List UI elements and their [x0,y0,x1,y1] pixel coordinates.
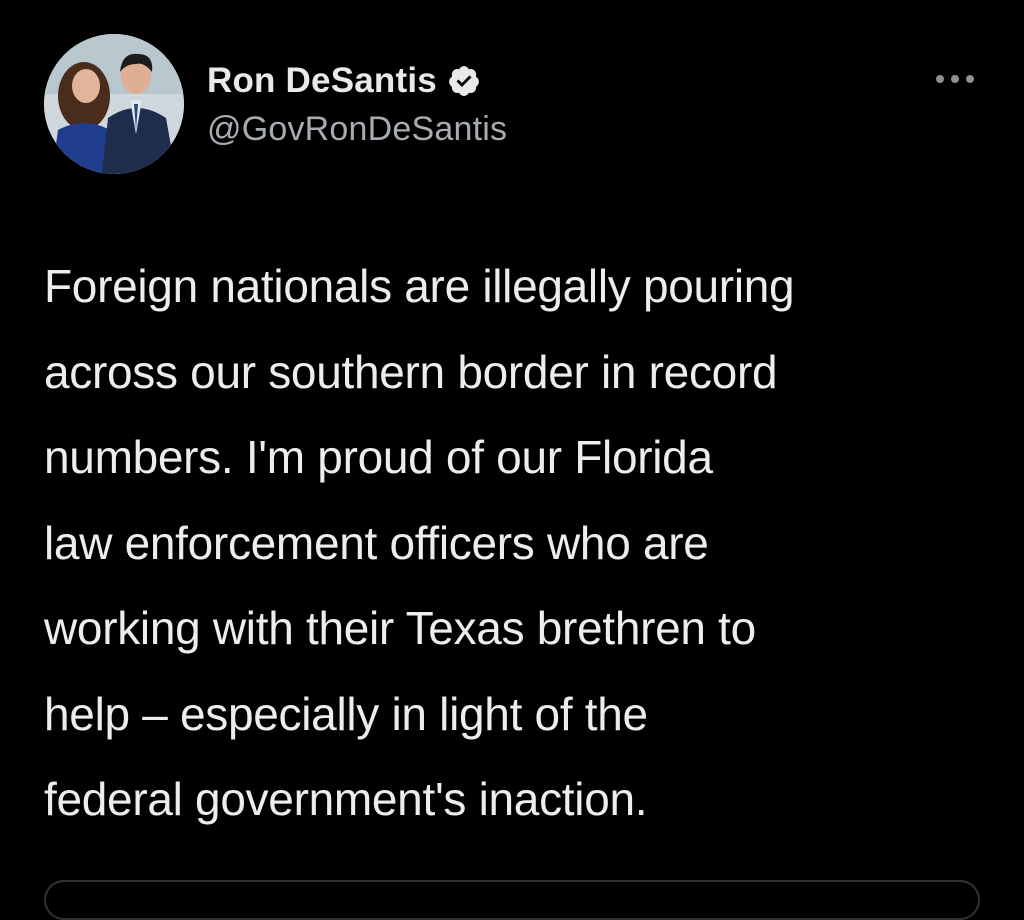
tweet-text-line: help – especially in light of the [44,687,648,740]
tweet-text-line: Foreign nationals are illegally pouring [44,260,795,312]
verified-badge-icon [447,64,481,98]
ellipsis-icon [936,75,974,83]
author-name-row: Ron DeSantis [207,58,481,104]
author-handle[interactable]: @GovRonDeSantis [207,110,507,149]
tweet-text-line: federal government's inaction. [44,773,648,825]
quoted-card-edge[interactable] [44,880,980,920]
author-avatar[interactable] [44,34,184,174]
tweet-text-line: numbers. I'm proud of our Florida [44,431,713,483]
author-display-name[interactable]: Ron DeSantis [207,61,437,101]
tweet-text-line: working with their Texas brethren to [44,602,756,654]
tweet-text: Foreign nationals are illegally pouring … [44,244,1004,843]
tweet: Ron DeSantis @GovRonDeSantis Foreign nat… [0,0,1024,920]
tweet-text-line: across our southern border in record [44,345,778,398]
tweet-text-line: law enforcement officers who are [44,516,709,569]
more-options-button[interactable] [930,62,980,96]
avatar-photo [44,34,184,174]
